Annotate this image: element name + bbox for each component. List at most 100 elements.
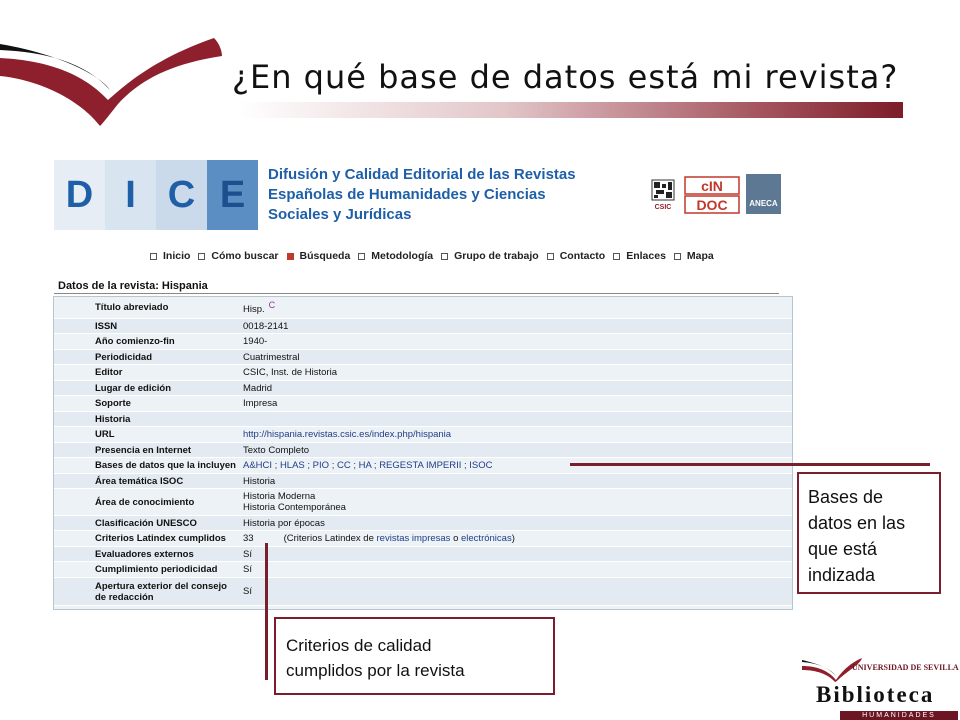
abbrev-title-value: Hisp. — [243, 304, 265, 316]
field-label: Historia — [95, 413, 131, 425]
field-label: Soporte — [95, 398, 131, 409]
table-row: Apertura exterior del consejo de redacci… — [54, 578, 792, 606]
cindoc-logo-icon[interactable]: cIN DOC — [684, 176, 740, 214]
square-bullet-icon — [358, 252, 366, 260]
abbrev-title-marker: C — [268, 299, 276, 310]
table-row: Clasificación UNESCO Historia por épocas — [54, 516, 792, 531]
csic-logo-icon[interactable]: CSIC — [648, 178, 678, 212]
field-value: Hisp. C — [243, 300, 792, 315]
table-row: URL http://hispania.revistas.csic.es/ind… — [54, 427, 792, 443]
field-value-line: Historia Moderna — [243, 491, 316, 502]
table-row: Lugar de edición Madrid — [54, 381, 792, 396]
field-value: 1940- — [243, 336, 268, 347]
field-value: Texto Completo — [243, 444, 310, 456]
latindex-note-text: o — [450, 533, 461, 544]
latindex-electronic-link[interactable]: electrónicas — [461, 533, 512, 544]
table-row: Área de conocimiento Historia Moderna Hi… — [54, 489, 792, 516]
nav-item-busqueda[interactable]: Búsqueda — [286, 250, 351, 262]
square-bullet-icon — [613, 252, 621, 260]
field-label: URL — [95, 429, 115, 440]
field-value: 0018-2141 — [243, 320, 289, 332]
field-label: Bases de datos que la incluyen — [95, 460, 236, 471]
latindex-print-link[interactable]: revistas impresas — [377, 533, 451, 544]
field-label: Título abreviado — [95, 302, 169, 313]
nav-item-label: Búsqueda — [299, 250, 351, 262]
latindex-note: (Criterios Latindex de revistas impresas… — [284, 533, 515, 544]
library-section-bar: HUMANIDADES — [840, 711, 958, 720]
divider — [54, 293, 779, 294]
nav-item-como-buscar[interactable]: Cómo buscar — [198, 250, 279, 262]
field-value: Historia por épocas — [243, 517, 325, 529]
nav-item-label: Cómo buscar — [211, 250, 279, 262]
dice-heading-line: Sociales y Jurídicas — [268, 206, 412, 223]
title-underline — [238, 102, 903, 118]
callout-connector-line — [265, 543, 268, 680]
databases-link[interactable]: A&HCI ; HLAS ; PIO ; CC ; HA ; REGESTA I… — [243, 460, 493, 471]
field-label: Evaluadores externos — [95, 548, 194, 560]
field-value: Madrid — [243, 382, 273, 394]
nav-item-inicio[interactable]: Inicio — [150, 250, 190, 262]
dice-letter-i: I — [105, 160, 156, 230]
field-label: Año comienzo-fin — [95, 336, 175, 347]
square-bullet-active-icon — [286, 252, 294, 260]
aneca-logo[interactable]: ANECA — [746, 174, 781, 214]
book-logo-icon — [0, 38, 222, 126]
criteria-callout: Criterios de calidad cumplidos por la re… — [274, 617, 555, 695]
dice-logo[interactable]: D I C E — [54, 160, 258, 230]
field-label: Presencia en Internet — [95, 444, 192, 456]
table-row: ISSN 0018-2141 — [54, 319, 792, 334]
journal-record-table: Título abreviado Hisp. C ISSN 0018-2141 A… — [53, 296, 793, 610]
field-value: Sí — [243, 586, 252, 597]
field-label: Área de conocimiento — [95, 496, 195, 508]
university-name: UNIVERSIDAD DE SEVILLA — [852, 663, 959, 672]
table-row: Cumplimiento periodicidad Sí — [54, 562, 792, 578]
library-section: HUMANIDADES — [862, 712, 936, 719]
nav-item-label: Enlaces — [626, 250, 666, 262]
field-label-line: de redacción — [95, 591, 154, 603]
field-value-line: Historia Contemporánea — [243, 502, 346, 513]
square-bullet-icon — [198, 252, 206, 260]
dice-heading-line: Difusión y Calidad Editorial de las Revi… — [268, 166, 576, 183]
journal-url-link[interactable]: http://hispania.revistas.csic.es/index.p… — [243, 429, 451, 440]
callout-line: que está — [808, 539, 878, 559]
callout-line: cumplidos por la revista — [286, 661, 465, 680]
table-row: Soporte Impresa — [54, 396, 792, 412]
field-value: Sí — [243, 548, 252, 560]
square-bullet-icon — [150, 252, 157, 260]
databases-callout: Bases de datos en las que está indizada — [797, 472, 941, 594]
table-row: Historia — [54, 412, 792, 427]
table-row: Periodicidad Cuatrimestral — [54, 350, 792, 365]
csic-logo-text: CSIC — [655, 204, 672, 211]
field-label: Área temática ISOC — [95, 475, 184, 487]
field-value: http://hispania.revistas.csic.es/index.p… — [243, 429, 792, 440]
latindex-note-text: (Criterios Latindex de — [283, 533, 377, 544]
square-bullet-icon — [673, 252, 681, 260]
nav-item-mapa[interactable]: Mapa — [673, 250, 714, 262]
dice-letter-e: E — [207, 160, 258, 230]
callout-line: Bases de — [808, 487, 884, 507]
field-value: Impresa — [243, 398, 278, 409]
nav-item-contacto[interactable]: Contacto — [546, 250, 605, 262]
field-value: Cuatrimestral — [243, 351, 300, 363]
callout-line: Criterios de calidad — [286, 636, 432, 655]
callout-connector-line — [570, 463, 930, 466]
record-heading: Datos de la revista: Hispania — [58, 280, 208, 292]
dice-heading-line: Españolas de Humanidades y Ciencias — [268, 186, 546, 203]
callout-line: datos en las — [808, 513, 906, 533]
aneca-logo-text: ANECA — [749, 199, 778, 208]
site-navigation: Inicio Cómo buscar Búsqueda Metodología … — [150, 250, 714, 262]
nav-item-metodologia[interactable]: Metodología — [358, 250, 433, 262]
square-bullet-icon — [441, 252, 449, 260]
table-row: Área temática ISOC Historia — [54, 474, 792, 489]
library-name: Biblioteca — [816, 682, 935, 707]
nav-item-grupo-de-trabajo[interactable]: Grupo de trabajo — [441, 250, 539, 262]
square-bullet-icon — [546, 252, 554, 260]
nav-item-enlaces[interactable]: Enlaces — [613, 250, 666, 262]
field-label: ISSN — [95, 320, 118, 332]
nav-item-label: Mapa — [686, 250, 714, 262]
field-value: CSIC, Inst. de Historia — [243, 367, 337, 378]
table-row: Año comienzo-fin 1940- — [54, 334, 792, 350]
field-label: Lugar de edición — [95, 382, 172, 394]
cindoc-bottom-text: DOC — [696, 197, 727, 213]
dice-site-heading: Difusión y Calidad Editorial de las Revi… — [268, 165, 628, 225]
